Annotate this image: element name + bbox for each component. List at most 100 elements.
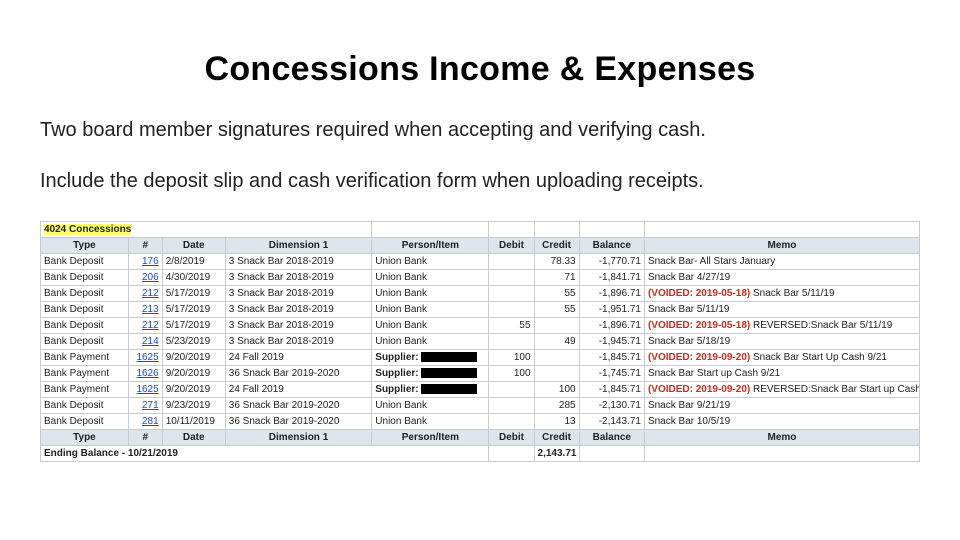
cell-type: Bank Deposit: [41, 286, 129, 302]
cell-num: 271: [128, 398, 162, 414]
cell-num: 213: [128, 302, 162, 318]
table-row: Bank Deposit2719/23/201936 Snack Bar 201…: [41, 398, 920, 414]
instruction-2: Include the deposit slip and cash verifi…: [40, 170, 920, 193]
entry-link[interactable]: 176: [132, 256, 159, 267]
cell-credit: [534, 318, 579, 334]
cell-person: Supplier:: [372, 382, 489, 398]
col-num: #: [128, 430, 162, 446]
cell-person: Union Bank: [372, 270, 489, 286]
entry-link[interactable]: 206: [132, 272, 159, 283]
cell-dim: 3 Snack Bar 2018-2019: [225, 270, 372, 286]
cell-person: Union Bank: [372, 286, 489, 302]
col-date: Date: [162, 238, 225, 254]
table-row: Bank Deposit2125/17/20193 Snack Bar 2018…: [41, 286, 920, 302]
table-row: Bank Deposit2064/30/20193 Snack Bar 2018…: [41, 270, 920, 286]
cell-dim: 36 Snack Bar 2019-2020: [225, 414, 372, 430]
cell-debit: 100: [489, 366, 534, 382]
col-dim: Dimension 1: [225, 430, 372, 446]
cell-type: Bank Payment: [41, 350, 129, 366]
col-person: Person/Item: [372, 238, 489, 254]
cell-debit: [489, 270, 534, 286]
cell-date: 2/8/2019: [162, 254, 225, 270]
table-row: Bank Payment16269/20/201936 Snack Bar 20…: [41, 366, 920, 382]
cell-dim: 24 Fall 2019: [225, 350, 372, 366]
cell-memo: Snack Bar 4/27/19: [644, 270, 919, 286]
ending-balance-row: Ending Balance - 10/21/2019 2,143.71: [41, 446, 920, 462]
entry-link[interactable]: 281: [132, 416, 159, 427]
cell-dim: 3 Snack Bar 2018-2019: [225, 286, 372, 302]
cell-num: 176: [128, 254, 162, 270]
cell-num: 206: [128, 270, 162, 286]
cell-memo: Snack Bar 5/11/19: [644, 302, 919, 318]
cell-person: Union Bank: [372, 302, 489, 318]
cell-debit: [489, 254, 534, 270]
cell-credit: 13: [534, 414, 579, 430]
col-debit: Debit: [489, 430, 534, 446]
entry-link[interactable]: 212: [132, 320, 159, 331]
col-dim: Dimension 1: [225, 238, 372, 254]
cell-date: 5/17/2019: [162, 286, 225, 302]
cell-date: 9/20/2019: [162, 366, 225, 382]
cell-dim: 3 Snack Bar 2018-2019: [225, 302, 372, 318]
cell-balance: -1,896.71: [579, 286, 644, 302]
redacted-block: [421, 368, 477, 378]
cell-debit: [489, 286, 534, 302]
entry-link[interactable]: 212: [132, 288, 159, 299]
col-debit: Debit: [489, 238, 534, 254]
cell-num: 1625: [128, 382, 162, 398]
cell-memo: (VOIDED: 2019-05-18) REVERSED:Snack Bar …: [644, 318, 919, 334]
cell-type: Bank Deposit: [41, 398, 129, 414]
col-type: Type: [41, 238, 129, 254]
cell-dim: 3 Snack Bar 2018-2019: [225, 318, 372, 334]
table-row: Bank Deposit1762/8/20193 Snack Bar 2018-…: [41, 254, 920, 270]
entry-link[interactable]: 214: [132, 336, 159, 347]
cell-credit: 55: [534, 302, 579, 318]
col-date: Date: [162, 430, 225, 446]
cell-credit: 285: [534, 398, 579, 414]
cell-credit: [534, 350, 579, 366]
cell-debit: 55: [489, 318, 534, 334]
cell-type: Bank Deposit: [41, 302, 129, 318]
cell-balance: -1,896.71: [579, 318, 644, 334]
entry-link[interactable]: 213: [132, 304, 159, 315]
cell-debit: [489, 382, 534, 398]
cell-debit: [489, 414, 534, 430]
entry-link[interactable]: 1626: [132, 368, 159, 379]
redacted-block: [421, 384, 477, 394]
cell-balance: -1,845.71: [579, 350, 644, 366]
ending-balance-value: 2,143.71: [534, 446, 579, 462]
cell-date: 4/30/2019: [162, 270, 225, 286]
col-num: #: [128, 238, 162, 254]
cell-num: 1625: [128, 350, 162, 366]
cell-balance: -1,770.71: [579, 254, 644, 270]
ending-balance-label: Ending Balance - 10/21/2019: [41, 446, 489, 462]
col-balance: Balance: [579, 430, 644, 446]
cell-type: Bank Deposit: [41, 254, 129, 270]
col-memo: Memo: [644, 238, 919, 254]
ledger-table: 4024 Concessions Type # Date Dimension 1…: [40, 221, 920, 462]
col-credit: Credit: [534, 238, 579, 254]
cell-memo: Snack Bar 5/18/19: [644, 334, 919, 350]
entry-link[interactable]: 1625: [132, 384, 159, 395]
cell-dim: 24 Fall 2019: [225, 382, 372, 398]
cell-memo: (VOIDED: 2019-09-20) REVERSED:Snack Bar …: [644, 382, 919, 398]
cell-num: 214: [128, 334, 162, 350]
cell-memo: (VOIDED: 2019-09-20) Snack Bar Start Up …: [644, 350, 919, 366]
table-row: Bank Payment16259/20/201924 Fall 2019Sup…: [41, 350, 920, 366]
cell-type: Bank Deposit: [41, 318, 129, 334]
col-memo: Memo: [644, 430, 919, 446]
cell-num: 212: [128, 318, 162, 334]
cell-person: Union Bank: [372, 398, 489, 414]
cell-debit: [489, 302, 534, 318]
cell-debit: [489, 398, 534, 414]
entry-link[interactable]: 1625: [132, 352, 159, 363]
entry-link[interactable]: 271: [132, 400, 159, 411]
cell-num: 281: [128, 414, 162, 430]
cell-dim: 36 Snack Bar 2019-2020: [225, 398, 372, 414]
col-credit: Credit: [534, 430, 579, 446]
cell-credit: 100: [534, 382, 579, 398]
cell-balance: -2,143.71: [579, 414, 644, 430]
table-row: Bank Deposit2125/17/20193 Snack Bar 2018…: [41, 318, 920, 334]
cell-num: 1626: [128, 366, 162, 382]
cell-dim: 3 Snack Bar 2018-2019: [225, 254, 372, 270]
